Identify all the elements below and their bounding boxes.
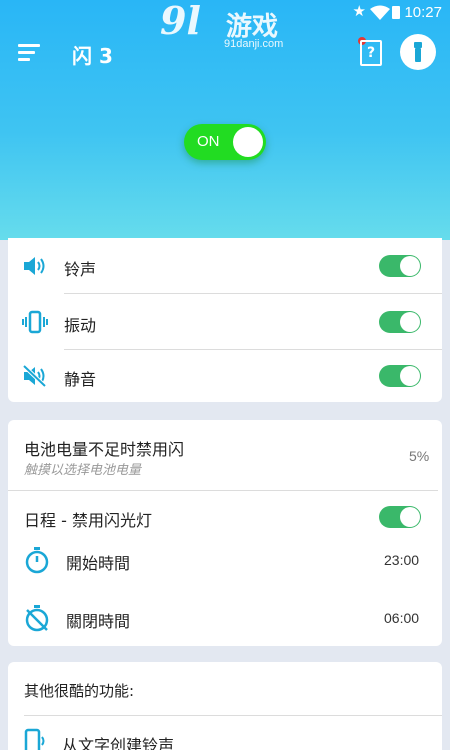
app-title: 闪 3 — [72, 44, 113, 68]
flashlight-button[interactable] — [400, 34, 436, 70]
menu-icon[interactable] — [18, 44, 40, 62]
schedule-title: 日程 - 禁用闪光灯 — [24, 511, 152, 530]
vibrate-icon — [22, 310, 48, 334]
mode-row-ringtone[interactable]: 铃声 — [8, 238, 442, 294]
main-flash-toggle[interactable]: ON — [184, 124, 266, 160]
sound-modes-card: 铃声 振动 静音 — [8, 238, 442, 402]
stopwatch-icon — [25, 547, 49, 574]
timer-off-icon — [25, 605, 49, 632]
mode-row-vibrate[interactable]: 振动 — [8, 294, 442, 350]
watermark-logo: 9l 游戏 91danji.com — [160, 0, 283, 51]
feature-item[interactable]: 从文字创建铃声 — [8, 722, 442, 750]
features-title: 其他很酷的功能: — [24, 682, 135, 700]
end-time-label: 關閉時間 — [66, 612, 131, 631]
flashlight-icon — [414, 42, 422, 62]
mute-icon — [22, 364, 47, 388]
phone-icon — [24, 728, 45, 750]
end-time-row[interactable]: 關閉時間 06:00 — [8, 596, 442, 640]
watermark-number: 9l — [160, 0, 201, 43]
battery-subtitle: 触摸以选择电池电量 — [24, 463, 142, 478]
main-toggle-label: ON — [197, 133, 220, 150]
feature-label: 从文字创建铃声 — [62, 736, 175, 750]
mode-row-silent[interactable]: 静音 — [8, 350, 442, 402]
battery-level-value: 5% — [409, 448, 430, 464]
mode-label-ringtone: 铃声 — [64, 260, 97, 279]
toggle-knob — [233, 127, 263, 157]
star-icon: ★ — [352, 2, 366, 20]
schedule-row[interactable]: 日程 - 禁用闪光灯 — [8, 491, 442, 543]
silent-toggle[interactable] — [379, 365, 421, 387]
battery-title: 电池电量不足时禁用闪 — [24, 440, 185, 459]
help-icon[interactable]: ? — [360, 40, 382, 66]
schedule-toggle[interactable] — [379, 506, 421, 528]
start-time-value: 23:00 — [384, 552, 420, 568]
divider — [24, 715, 442, 716]
battery-setting-row[interactable]: 电池电量不足时禁用闪 触摸以选择电池电量 5% — [8, 420, 442, 490]
wifi-icon — [370, 5, 390, 20]
start-time-row[interactable]: 開始時間 23:00 — [8, 538, 442, 582]
vibrate-toggle[interactable] — [379, 311, 421, 333]
watermark-url: 91danji.com — [224, 38, 284, 50]
start-time-label: 開始時間 — [66, 554, 131, 573]
settings-card: 电池电量不足时禁用闪 触摸以选择电池电量 5% 日程 - 禁用闪光灯 開始時間 … — [8, 420, 442, 646]
ringtone-toggle[interactable] — [379, 255, 421, 277]
battery-icon — [392, 6, 400, 19]
mode-label-silent: 静音 — [64, 370, 97, 389]
status-bar: ★ 10:27 — [0, 0, 450, 26]
header-background — [0, 0, 450, 240]
volume-icon — [24, 257, 45, 275]
mode-label-vibrate: 振动 — [64, 316, 97, 335]
features-card: 其他很酷的功能: 从文字创建铃声 — [8, 662, 442, 750]
end-time-value: 06:00 — [384, 610, 420, 626]
status-time: 10:27 — [404, 4, 442, 21]
